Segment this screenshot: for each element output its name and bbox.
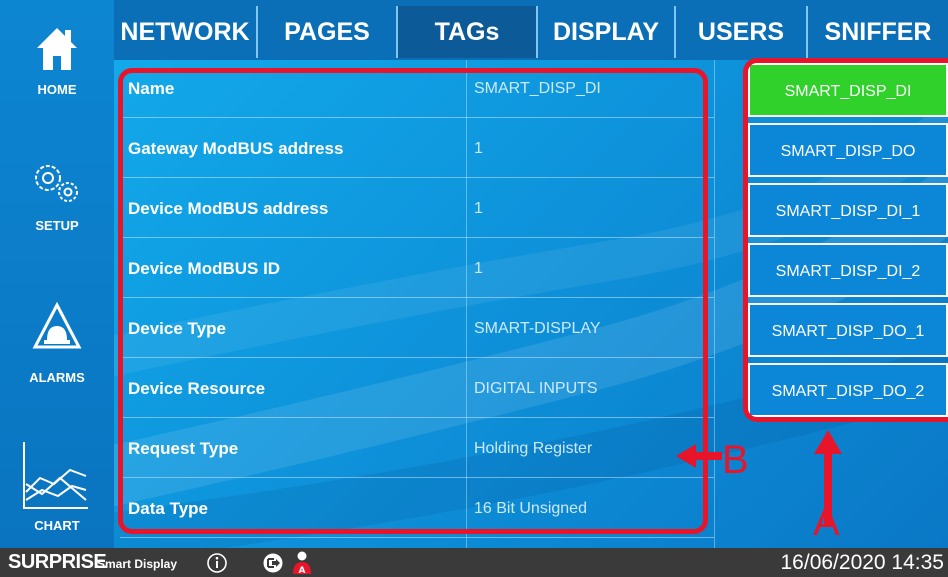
sidebar-item-setup[interactable]: SETUP: [0, 150, 114, 240]
status-datetime: 16/06/2020 14:35: [780, 551, 945, 574]
annotation-box-b: [118, 68, 708, 534]
annotation-box-a: [743, 58, 948, 422]
tab-network[interactable]: NETWORK: [114, 6, 258, 58]
chart-icon: [23, 442, 88, 509]
sidebar-item-label: HOME: [37, 82, 77, 97]
annotation-label-b: B: [722, 438, 749, 482]
status-bar: SURPRISE Smart Display A 16/06/2020 14:3…: [0, 548, 948, 577]
tab-users[interactable]: USERS: [676, 6, 808, 58]
sidebar-item-label: CHART: [34, 518, 80, 533]
gears-icon: [35, 165, 78, 202]
sidebar: HOME SETUP ALARMS CHART: [0, 0, 114, 548]
logout-icon[interactable]: [262, 552, 284, 574]
tab-pages[interactable]: PAGES: [258, 6, 398, 58]
user-admin-icon[interactable]: A: [290, 550, 314, 576]
sidebar-item-label: ALARMS: [29, 370, 85, 385]
svg-text:A: A: [299, 566, 306, 576]
smart-display-screen: HOME SETUP ALARMS CHART NETWORK PAGES TA…: [0, 0, 948, 577]
brand-logo: SURPRISE: [8, 551, 107, 573]
tab-sniffer[interactable]: SNIFFER: [808, 6, 948, 58]
sidebar-item-label: SETUP: [35, 218, 79, 233]
alarm-light-icon: [32, 302, 82, 349]
home-icon: [37, 28, 77, 70]
brand-subtitle: Smart Display: [97, 557, 178, 571]
sidebar-item-alarms[interactable]: ALARMS: [0, 300, 114, 390]
sidebar-item-chart[interactable]: CHART: [0, 440, 114, 540]
tab-tags[interactable]: TAGs: [398, 6, 538, 58]
tab-display[interactable]: DISPLAY: [538, 6, 676, 58]
top-tab-bar: NETWORK PAGES TAGs DISPLAY USERS SNIFFER: [114, 0, 948, 60]
annotation-label-a: A: [813, 500, 840, 544]
info-icon[interactable]: [206, 552, 228, 574]
sidebar-item-home[interactable]: HOME: [0, 20, 114, 110]
